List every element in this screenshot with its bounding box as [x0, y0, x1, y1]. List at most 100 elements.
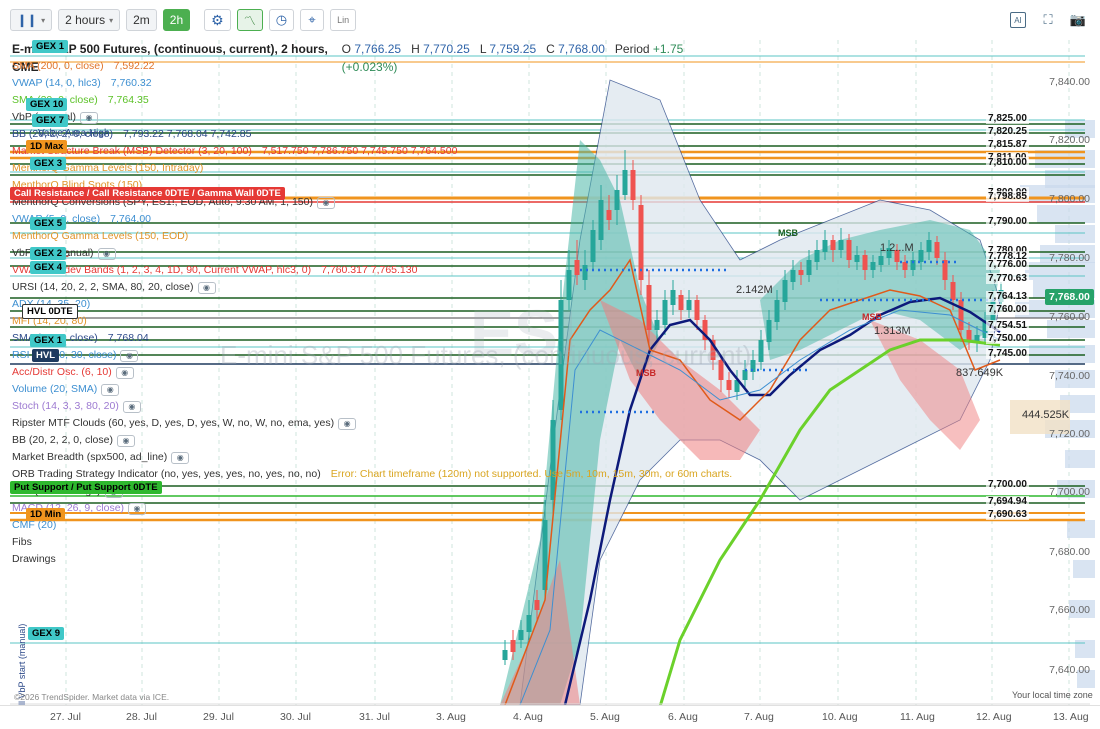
eye-icon[interactable]: ◉ [120, 349, 139, 362]
msb-label-3: MSB [862, 312, 882, 322]
price-axis[interactable]: 7,840.00 7,820.00 7,800.00 7,780.00 7,760.00… [1018, 40, 1100, 705]
eye-icon[interactable]: ◉ [116, 434, 135, 447]
indicator-name: URSI (14, 20, 2, 2, SMA, 80, 20, close) [12, 281, 194, 293]
level-price-label: 7,776.00 [986, 259, 1029, 270]
legend-line[interactable]: SMA (20, 0, close)7,768.04 [12, 330, 712, 347]
fullscreen-icon[interactable]: ⛶ [1040, 12, 1056, 28]
trend-icon: 〽 [243, 13, 256, 28]
level-price-label: 7,745.00 [986, 348, 1029, 359]
scale-lin-button[interactable]: Lin [330, 9, 357, 31]
price-tick: 7,760.00 [1049, 311, 1090, 323]
legend-line[interactable]: Drawings [12, 551, 712, 568]
indicator-name: MenthorQ Gamma Levels (150, EOD) [12, 230, 189, 242]
chevron-down-icon: ▾ [109, 15, 114, 25]
level-price-label: 7,825.00 [986, 113, 1029, 124]
price-tick: 7,740.00 [1049, 370, 1090, 382]
legend-line[interactable]: VWAP + Stdev Bands (1, 2, 3, 4, 1D, 90, … [12, 262, 712, 279]
legend-line[interactable]: VWAP (5, 0, close)7,764.00 [12, 211, 712, 228]
toolbar-right: AI ⛶ 📷 [1010, 12, 1086, 28]
candle-body [966, 330, 972, 340]
eye-icon[interactable]: ◉ [122, 400, 141, 413]
time-tick: 6. Aug [668, 711, 698, 723]
time-tick: 13. Aug [1053, 711, 1089, 723]
vbp-start-label: ll VbP start (manual) [17, 623, 27, 705]
msb-label-1: MSB [778, 228, 798, 238]
eye-icon[interactable]: ◉ [197, 281, 216, 294]
indicator-value: 7,760.32 [110, 77, 152, 89]
vol-label-a: 2.142M [736, 284, 773, 296]
settings-button[interactable]: ⚙ [204, 9, 231, 31]
gex1-tag: GEX 1 [30, 334, 66, 347]
eye-icon[interactable]: ◉ [171, 451, 190, 464]
time-tick: 28. Jul [126, 711, 157, 723]
legend-line[interactable]: Market Structure Break (MSB) Detector (3… [12, 143, 712, 160]
candle-body [822, 240, 828, 252]
legend-line[interactable]: CMF (20) [12, 517, 712, 534]
legend-line[interactable]: MenthorQ Gamma Levels (150, Intraday) [12, 160, 712, 177]
legend-line[interactable]: Fibs [12, 534, 712, 551]
line-tool-button[interactable]: 〽 [236, 9, 263, 31]
gex3-tag: GEX 3 [30, 157, 66, 170]
interval-select[interactable]: 2 hours ▾ [58, 9, 121, 31]
gex5-tag: GEX 5 [30, 217, 66, 230]
eye-icon[interactable]: ◉ [101, 383, 120, 396]
timezone-label[interactable]: Your local time zone [1012, 690, 1093, 700]
eye-icon[interactable]: ◉ [128, 502, 147, 515]
chart-type-button[interactable]: ❙❙ ▾ [10, 9, 53, 31]
indicator-value: 7,764.35 [107, 94, 149, 106]
legend-line[interactable]: VWAP (14, 0, hlc3) 7,760.32 [12, 75, 712, 92]
candle-body [806, 260, 812, 275]
level-price-label: 7,820.25 [986, 126, 1029, 137]
candle-body [950, 282, 956, 300]
eye-icon[interactable]: ◉ [97, 247, 116, 260]
eye-icon[interactable]: ◉ [338, 417, 357, 430]
indicator-value: Error: Chart timeframe (120m) not suppor… [330, 468, 733, 480]
gex1-tag-top: GEX 1 [32, 40, 68, 53]
legend-line[interactable]: ADX (14, 35, 20) [12, 296, 712, 313]
legend-line[interactable]: Acc/Distr Osc. (6, 10) ◉ [12, 364, 712, 381]
legend-line[interactable]: RSI (14, 70, 30, close) ◉ [12, 347, 712, 364]
level-price-label: 7,750.00 [986, 333, 1029, 344]
eye-icon[interactable]: ◉ [316, 196, 335, 209]
legend-line[interactable]: MACD (12, 26, 9, close) ◉ [12, 500, 712, 517]
time-axis[interactable]: 27. Jul 28. Jul 29. Jul 30. Jul 31. Jul 3. Au… [0, 705, 1100, 729]
camera-icon[interactable]: 📷 [1070, 12, 1086, 28]
price-tick: 7,840.00 [1049, 76, 1090, 88]
legend-line[interactable]: Stoch (14, 3, 3, 80, 20) ◉ [12, 398, 712, 415]
legend-line[interactable]: Volume (20, SMA) ◉ [12, 381, 712, 398]
legend-line[interactable]: BB (20, 2, 2, 0, close) 7,793.22 7,768.04… [12, 126, 712, 143]
time-tick: 31. Jul [359, 711, 390, 723]
legend-line[interactable]: MenthorQ Gamma Levels (150, EOD) [12, 228, 712, 245]
indicator-name: BB (20, 2, 2, 0, close) [12, 434, 113, 446]
legend-line[interactable]: SMA (20, 0, close)7,764.35 [12, 92, 712, 109]
legend-line[interactable]: Market Breadth (spx500, ad_line) ◉ [12, 449, 712, 466]
level-price-label: 7,690.63 [986, 509, 1029, 520]
candle-body [830, 240, 836, 250]
time-tick: 4. Aug [513, 711, 543, 723]
candle-body [502, 650, 508, 660]
candle-body [862, 255, 868, 270]
clock-icon: ◷ [275, 12, 288, 27]
vol-label-e: 1.2...M [880, 242, 914, 254]
legend-line[interactable]: URSI (14, 20, 2, 2, SMA, 80, 20, close) ◉ [12, 279, 712, 296]
candle-body [782, 280, 788, 302]
interval-2m-button[interactable]: 2m [126, 9, 157, 31]
candle-body [766, 320, 772, 342]
interval-2h-button[interactable]: 2h [162, 9, 191, 31]
price-tick: 7,680.00 [1049, 546, 1090, 558]
level-price-label: 7,815.87 [986, 139, 1029, 150]
put-support-tag: Put Support / Put Support 0DTE [10, 481, 162, 494]
legend-line[interactable]: VbP (35, manual)◉ [12, 245, 712, 262]
clock-button[interactable]: ◷ [268, 9, 295, 31]
legend-line[interactable]: Ripster MTF Clouds (60, yes, D, yes, D, … [12, 415, 712, 432]
legend-line[interactable]: VbP (manual)◉ [12, 109, 712, 126]
top-toolbar: ❙❙ ▾ 2 hours ▾ 2m 2h ⚙ 〽 ◷ ⌖ Lin AI ⛶ 📷 [0, 0, 1100, 40]
eye-icon[interactable]: ◉ [115, 366, 134, 379]
eye-icon[interactable]: ◉ [80, 111, 99, 124]
legend-line[interactable]: BB (20, 2, 2, 0, close) ◉ [12, 432, 712, 449]
crosshair-button[interactable]: ⌖ [300, 9, 325, 31]
time-tick: 5. Aug [590, 711, 620, 723]
gex4-tag: GEX 4 [30, 261, 66, 274]
legend-line[interactable]: MFI (14, 20, 80) [12, 313, 712, 330]
ai-icon[interactable]: AI [1010, 12, 1026, 28]
